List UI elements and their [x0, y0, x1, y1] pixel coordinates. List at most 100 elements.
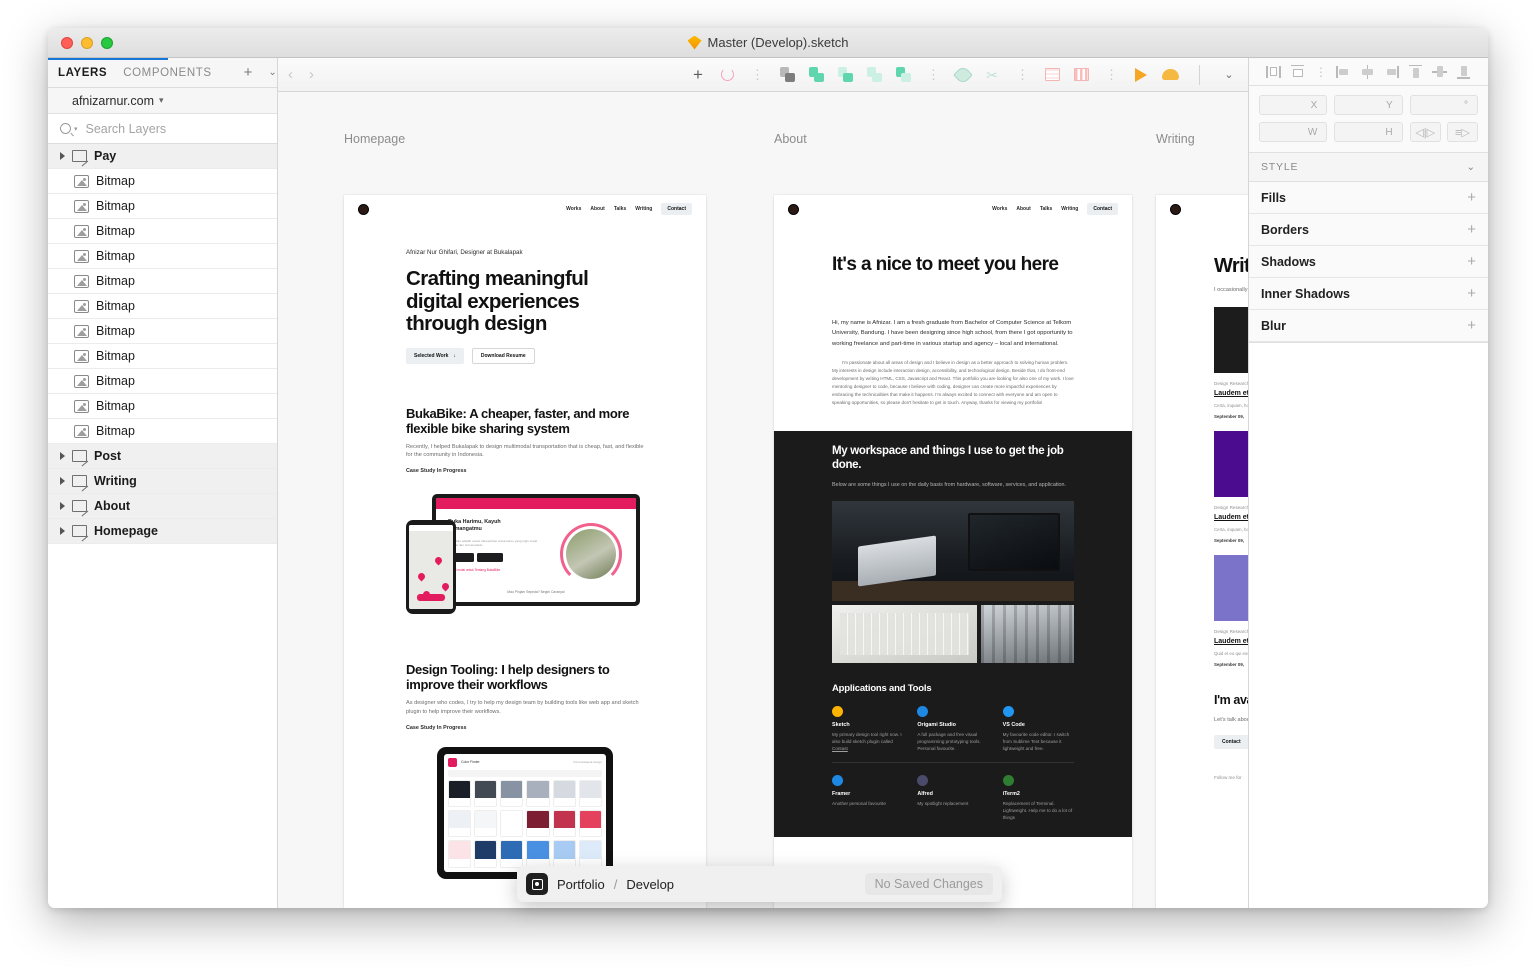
layer-group-row[interactable]: Homepage: [48, 519, 277, 544]
site-nav-links[interactable]: Works About Talks Writing Contact: [566, 203, 692, 215]
more-options-icon[interactable]: ⋮: [1315, 65, 1326, 79]
tab-components[interactable]: COMPONENTS: [123, 67, 211, 79]
layer-row[interactable]: Bitmap: [48, 419, 277, 444]
post-title[interactable]: Laudem et maxime c: [1214, 513, 1248, 522]
post-title[interactable]: Laudem et maxime c: [1214, 389, 1248, 398]
post-title[interactable]: Laudem et maxime c: [1214, 637, 1248, 646]
contact-button[interactable]: Contact: [1214, 735, 1248, 749]
plus-icon[interactable]: +: [244, 65, 253, 80]
mockup-search-field[interactable]: [448, 770, 602, 777]
disclosure-triangle-icon[interactable]: [60, 527, 65, 535]
app-store-badge[interactable]: [477, 553, 503, 562]
layer-row[interactable]: Bitmap: [48, 344, 277, 369]
style-row-inner-shadows[interactable]: Inner Shadows+: [1249, 278, 1488, 310]
layout-icon[interactable]: [1072, 66, 1090, 84]
plus-icon[interactable]: +: [1467, 285, 1476, 302]
abstract-branch-name[interactable]: Develop: [626, 877, 674, 892]
nav-link[interactable]: Writing: [635, 206, 652, 212]
color-swatch-card[interactable]: [553, 780, 576, 807]
y-field[interactable]: Y: [1334, 95, 1402, 115]
layer-row[interactable]: Bitmap: [48, 194, 277, 219]
layer-row[interactable]: Bitmap: [48, 319, 277, 344]
style-row-blur[interactable]: Blur+: [1249, 310, 1488, 342]
width-field[interactable]: W: [1259, 122, 1327, 142]
style-row-shadows[interactable]: Shadows+: [1249, 246, 1488, 278]
abstract-status-bar[interactable]: Portfolio / Develop No Saved Changes: [517, 866, 1002, 902]
union-icon[interactable]: [807, 66, 825, 84]
nav-link[interactable]: About: [590, 206, 604, 212]
nav-link[interactable]: About: [1016, 206, 1030, 212]
post-thumbnail[interactable]: [1214, 307, 1248, 373]
color-swatch-card[interactable]: [448, 810, 471, 837]
artboard-label-homepage[interactable]: Homepage: [344, 132, 405, 146]
artboard-label-writing[interactable]: Writing: [1156, 132, 1195, 146]
design-canvas[interactable]: Homepage Works About Talks Writing Contact A…: [278, 92, 1248, 908]
post-thumbnail[interactable]: [1214, 555, 1248, 621]
post-thumbnail[interactable]: [1214, 431, 1248, 497]
color-swatch-card[interactable]: [526, 780, 549, 807]
style-row-borders[interactable]: Borders+: [1249, 214, 1488, 246]
disclosure-triangle-icon[interactable]: [60, 477, 65, 485]
color-swatch-card[interactable]: [474, 840, 497, 867]
nav-contact-button[interactable]: Contact: [661, 203, 692, 215]
distribute-center-icon[interactable]: [1360, 65, 1375, 79]
plus-icon[interactable]: +: [1467, 317, 1476, 334]
play-icon[interactable]: [1132, 66, 1150, 84]
flip-horizontal-icon[interactable]: ◁|▷: [1410, 122, 1441, 142]
nav-link[interactable]: Talks: [614, 206, 626, 212]
search-input[interactable]: Search Layers: [86, 122, 167, 136]
tab-layers[interactable]: LAYERS: [58, 67, 107, 79]
color-swatch-card[interactable]: [579, 810, 602, 837]
color-swatch-card[interactable]: [526, 840, 549, 867]
color-swatch-card[interactable]: [448, 840, 471, 867]
duplicate-icon[interactable]: [778, 66, 796, 84]
disclosure-triangle-icon[interactable]: [60, 452, 65, 460]
site-nav-links[interactable]: WorksAboutTalksWritingContact: [992, 203, 1118, 215]
disclosure-triangle-icon[interactable]: [60, 502, 65, 510]
layer-row[interactable]: Bitmap: [48, 219, 277, 244]
color-swatch-card[interactable]: [500, 840, 523, 867]
phone-cta-button[interactable]: [417, 594, 445, 601]
artboard-label-about[interactable]: About: [774, 132, 807, 146]
insert-icon[interactable]: +: [689, 66, 707, 84]
plus-icon[interactable]: +: [1467, 221, 1476, 238]
style-section-header[interactable]: STYLE ⌄: [1249, 152, 1488, 182]
chevron-down-icon[interactable]: ⌄: [1220, 66, 1238, 84]
color-swatch-card[interactable]: [500, 810, 523, 837]
flip-vertical-icon[interactable]: ≡▷: [1447, 122, 1478, 142]
plus-icon[interactable]: +: [1467, 253, 1476, 270]
align-center-horizontal-icon[interactable]: [1290, 65, 1305, 79]
nav-link[interactable]: Writing: [1061, 206, 1078, 212]
layer-row[interactable]: Bitmap: [48, 394, 277, 419]
intersect-icon[interactable]: [865, 66, 883, 84]
download-resume-button[interactable]: Download Resume: [472, 348, 535, 364]
layer-group-row[interactable]: About: [48, 494, 277, 519]
disclosure-triangle-icon[interactable]: [60, 152, 65, 160]
mask-icon[interactable]: [954, 66, 972, 84]
color-swatch-card[interactable]: [579, 780, 602, 807]
align-bottom-icon[interactable]: [1456, 65, 1471, 79]
layer-row[interactable]: Bitmap: [48, 269, 277, 294]
document-name-row[interactable]: afnizarnur.com ▾: [48, 88, 277, 114]
color-swatch-card[interactable]: [579, 840, 602, 867]
color-swatch-card[interactable]: [526, 810, 549, 837]
layer-row[interactable]: Bitmap: [48, 369, 277, 394]
difference-icon[interactable]: [894, 66, 912, 84]
color-swatch-card[interactable]: [553, 810, 576, 837]
chevron-down-icon[interactable]: ⌄: [1466, 161, 1476, 173]
style-row-fills[interactable]: Fills+: [1249, 182, 1488, 214]
subtract-icon[interactable]: [836, 66, 854, 84]
align-left-icon[interactable]: [1266, 65, 1281, 79]
selected-work-button[interactable]: Selected Work ↓: [406, 348, 464, 364]
color-swatch-card[interactable]: [553, 840, 576, 867]
distribute-right-icon[interactable]: [1384, 65, 1399, 79]
nav-link[interactable]: Talks: [1040, 206, 1052, 212]
distribute-left-icon[interactable]: [1336, 65, 1351, 79]
grid-icon[interactable]: [1043, 66, 1061, 84]
color-swatch-card[interactable]: [500, 780, 523, 807]
tool-link[interactable]: Contast: [832, 746, 848, 751]
layer-group-row[interactable]: Writing: [48, 469, 277, 494]
cloud-icon[interactable]: [1161, 66, 1179, 84]
search-layers-row[interactable]: ▾ Search Layers: [48, 114, 277, 144]
nav-link[interactable]: Works: [566, 206, 581, 212]
